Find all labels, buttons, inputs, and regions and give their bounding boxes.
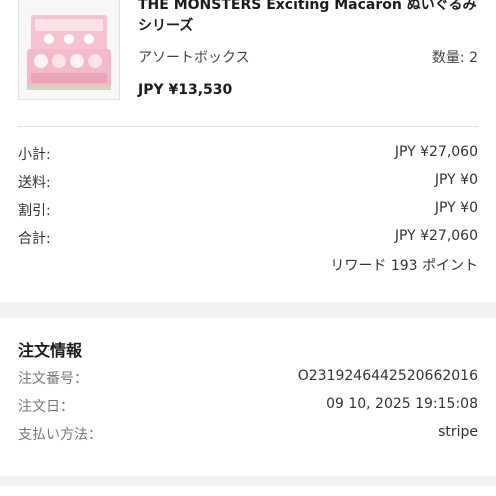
shipping-label: 送料: xyxy=(18,175,51,191)
reward-points: リワード 193 ポイント xyxy=(330,258,478,274)
payment-method-label: 支払い方法： xyxy=(18,427,102,443)
discount-label: 割引: xyxy=(18,203,51,219)
order-number-label: 注文番号： xyxy=(18,371,88,387)
subtotal-value: JPY ¥27,060 xyxy=(394,144,478,160)
order-product-card: THE MONSTERS Exciting Macaron ぬいぐるみシリーズ … xyxy=(0,0,496,302)
next-section-edge xyxy=(0,486,496,496)
payment-method-row: 支払い方法： stripe xyxy=(18,424,478,446)
order-number-row: 注文番号： O2319246442520662016 xyxy=(18,368,478,390)
discount-value: JPY ¥0 xyxy=(434,200,478,216)
order-info-title: 注文情報 xyxy=(18,341,83,360)
order-date-value: 09 10, 2025 19:15:08 xyxy=(326,396,478,412)
product-quantity: 数量: 2 xyxy=(431,50,478,66)
product-price: JPY ¥13,530 xyxy=(138,82,233,98)
order-date-row: 注文日： 09 10, 2025 19:15:08 xyxy=(18,396,478,418)
subtotal-row: 小計: JPY ¥27,060 xyxy=(18,144,478,166)
total-row: 合計: JPY ¥27,060 xyxy=(18,228,478,250)
section-divider xyxy=(18,126,478,127)
subtotal-label: 小計: xyxy=(18,147,51,163)
order-date-label: 注文日： xyxy=(18,399,74,415)
product-thumbnail[interactable] xyxy=(18,0,120,100)
total-label: 合計: xyxy=(18,231,51,247)
discount-row: 割引: JPY ¥0 xyxy=(18,200,478,222)
product-image xyxy=(19,0,119,99)
total-value: JPY ¥27,060 xyxy=(394,228,478,244)
shipping-value: JPY ¥0 xyxy=(434,172,478,188)
payment-method-value: stripe xyxy=(438,424,478,440)
product-variant: アソートボックス xyxy=(138,50,250,66)
product-title[interactable]: THE MONSTERS Exciting Macaron ぬいぐるみシリーズ xyxy=(138,0,488,37)
order-info-card: 注文情報 注文番号： O2319246442520662016 注文日： 09 … xyxy=(0,318,496,476)
order-number-value[interactable]: O2319246442520662016 xyxy=(298,368,478,384)
shipping-row: 送料: JPY ¥0 xyxy=(18,172,478,194)
